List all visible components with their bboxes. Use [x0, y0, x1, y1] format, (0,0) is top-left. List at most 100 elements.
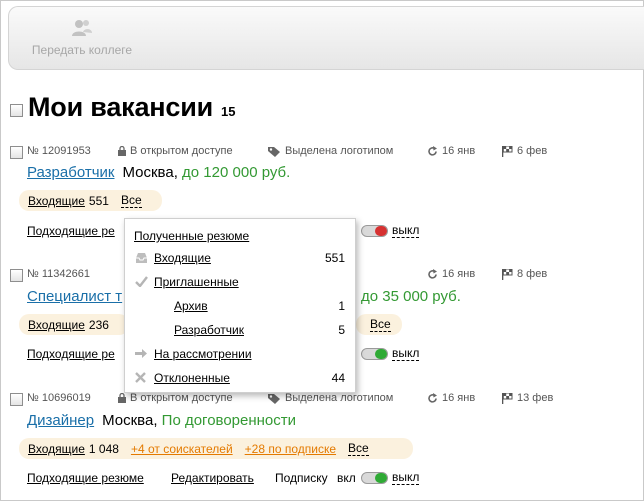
menu-item-incoming[interactable]: Входящие 551	[125, 251, 357, 267]
vacancy-checkbox[interactable]	[10, 269, 23, 282]
expire-date: 6 фев	[502, 145, 547, 157]
new-from-subscription-link[interactable]: +28 по подписке	[245, 442, 336, 456]
vacancy-title-row: Специалист т	[27, 288, 122, 305]
vacancy-salary: до 35 000 руб.	[361, 288, 461, 305]
access-label: В открытом доступе	[130, 145, 233, 157]
vacancy-salary-row: до 35 000 руб.	[361, 288, 461, 305]
incoming-count: 1 048	[88, 441, 119, 456]
vacancy-checkbox[interactable]	[10, 393, 23, 406]
expire-date: 8 фев	[502, 268, 547, 280]
menu-item-label[interactable]: На рассмотрении	[154, 347, 252, 361]
menu-item-archive[interactable]: Архив 1	[125, 299, 357, 315]
menu-item-label[interactable]: Архив	[174, 299, 208, 313]
incoming-link[interactable]: Входящие	[28, 442, 85, 456]
all-responses-dropdown[interactable]: Все	[370, 317, 391, 332]
toggle-knob	[375, 473, 387, 483]
share-colleague-button[interactable]: Передать коллеге	[27, 15, 137, 57]
incoming-link[interactable]: Входящие	[28, 318, 85, 332]
updated-date: 16 янв	[427, 392, 475, 404]
responses-bar-end: Все	[356, 314, 402, 335]
vacancy-salary: до 120 000 руб.	[182, 164, 291, 181]
expire-label: 8 фев	[517, 268, 548, 280]
refresh-icon	[428, 145, 437, 156]
new-from-applicants-link[interactable]: +4 от соискателей	[131, 442, 233, 456]
promo-label: Выделена логотипом	[285, 145, 394, 157]
toggle-track[interactable]	[361, 225, 388, 237]
vacancy-city: Москва,	[122, 164, 178, 181]
menu-item-label[interactable]: Разработчик	[174, 323, 244, 337]
lock-icon	[118, 146, 126, 156]
subscription-on-label[interactable]: вкл	[337, 471, 356, 485]
flag-icon	[502, 145, 513, 157]
menu-item-label[interactable]: Входящие	[154, 251, 211, 265]
responses-bar: Входящие 1 048 +4 от соискателей +28 по …	[19, 438, 413, 459]
all-responses-dropdown[interactable]: Все	[120, 193, 142, 208]
vacancy-title-link[interactable]: Специалист т	[27, 288, 122, 305]
received-resumes-link[interactable]: Полученные резюме	[134, 229, 249, 243]
suitable-resumes-link[interactable]: Подходящие ре	[27, 224, 115, 238]
toggle-track[interactable]	[361, 348, 388, 360]
vacancy-title-link[interactable]: Разработчик	[27, 164, 114, 181]
vacancy-count: 15	[221, 104, 236, 119]
expire-date: 13 фев	[502, 392, 553, 404]
suitable-resumes-link[interactable]: Подходящие ре	[27, 347, 115, 361]
vacancy-actions: Подходящие резюме Редактировать Подписку…	[27, 471, 367, 487]
menu-item-label[interactable]: Приглашенные	[154, 275, 239, 289]
updated-label: 16 янв	[442, 268, 476, 280]
subscription-state[interactable]: выкл	[392, 347, 420, 361]
vacancy-id: № 10696019	[27, 392, 91, 404]
access-label: В открытом доступе	[130, 392, 233, 404]
vacancy-title-link[interactable]: Дизайнер	[27, 412, 94, 429]
refresh-icon	[428, 392, 437, 403]
refresh-icon	[428, 268, 437, 279]
menu-item-invited[interactable]: Приглашенные	[125, 275, 357, 291]
page-heading: Мои вакансии 15	[10, 92, 235, 123]
menu-item-rejected[interactable]: Отклоненные 44	[125, 371, 357, 387]
responses-bar: Входящие 236	[19, 314, 129, 335]
subscription-toggle[interactable]: выкл	[361, 471, 420, 485]
subscription-state[interactable]: выкл	[392, 224, 420, 238]
access-status: В открытом доступе	[118, 145, 233, 157]
check-icon	[135, 276, 148, 287]
subscription-state[interactable]: выкл	[392, 471, 420, 485]
all-responses-dropdown[interactable]: Все	[348, 441, 369, 456]
edit-link[interactable]: Редактировать	[171, 471, 254, 485]
toggle-track[interactable]	[361, 472, 388, 484]
flag-icon	[502, 268, 513, 280]
menu-item-count: 5	[338, 323, 345, 337]
menu-item-label[interactable]: Отклоненные	[154, 371, 230, 385]
share-colleague-label: Передать коллеге	[31, 43, 133, 57]
menu-item-developer[interactable]: Разработчик 5	[125, 323, 357, 339]
menu-item-count: 551	[324, 251, 345, 265]
vacancy-meta: № 10696019 В открытом доступе Выделена л…	[10, 392, 570, 408]
expire-label: 6 фев	[517, 145, 548, 157]
select-all-checkbox[interactable]	[10, 104, 23, 117]
vacancy-title-row: Разработчик Москва, до 120 000 руб.	[27, 164, 290, 181]
tag-icon	[268, 146, 280, 157]
access-status: В открытом доступе	[118, 392, 233, 404]
flag-icon	[502, 392, 513, 404]
toolbar: Передать коллеге	[8, 6, 644, 70]
incoming-count: 551	[88, 193, 109, 208]
updated-label: 16 янв	[442, 145, 476, 157]
subscription-label: Подписку	[275, 471, 328, 485]
lock-icon	[118, 393, 126, 403]
suitable-resumes-link[interactable]: Подходящие резюме	[27, 471, 144, 485]
updated-date: 16 янв	[427, 268, 475, 280]
cross-icon	[135, 372, 146, 383]
vacancy-actions: Подходящие ре	[27, 224, 127, 240]
subscription-toggle[interactable]: выкл	[361, 224, 420, 238]
menu-item-in-review[interactable]: На рассмотрении	[125, 347, 357, 363]
incoming-count: 236	[88, 317, 109, 332]
subscription-toggle[interactable]: выкл	[361, 347, 420, 361]
updated-date: 16 янв	[427, 145, 475, 157]
vacancy-title-row: Дизайнер Москва, По договоренности	[27, 412, 296, 429]
vacancy-id: № 11342661	[27, 268, 90, 280]
updated-label: 16 янв	[442, 392, 476, 404]
vacancy-meta: № 12091953 В открытом доступе Выделена л…	[10, 145, 570, 161]
users-icon	[72, 20, 92, 36]
vacancy-checkbox[interactable]	[10, 146, 23, 159]
page-title: Мои вакансии	[28, 92, 213, 122]
tag-icon	[268, 393, 280, 404]
incoming-link[interactable]: Входящие	[28, 194, 85, 208]
